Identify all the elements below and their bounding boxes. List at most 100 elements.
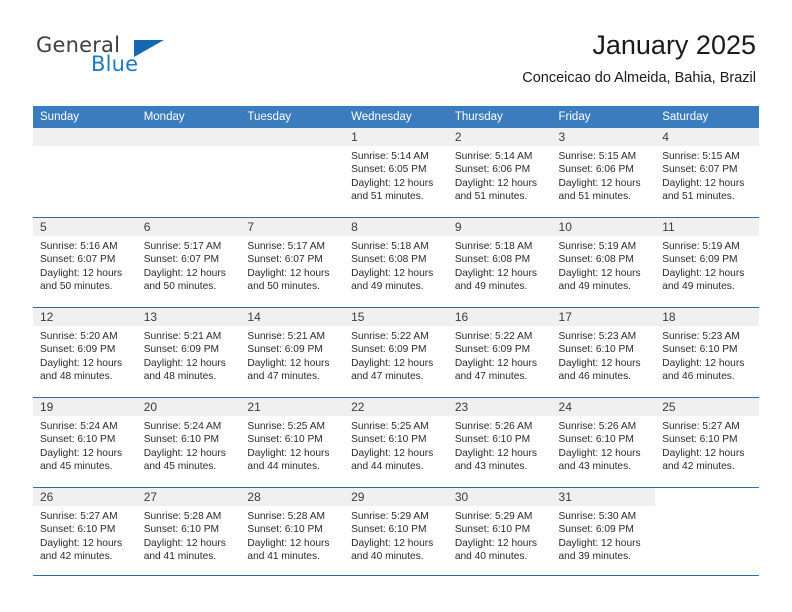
location-subtitle: Conceicao do Almeida, Bahia, Brazil (522, 70, 756, 86)
daylight-duration-line2: and 43 minutes. (454, 461, 528, 473)
daylight-duration-line1: Daylight: 12 hours (351, 537, 434, 549)
daylight-duration-line1: Daylight: 12 hours (454, 267, 537, 279)
day-number: 9 (447, 218, 552, 236)
calendar-day-cell[interactable]: 3 Sunrise: 5:15 AM Sunset: 6:06 PM Daylight… (551, 128, 656, 218)
sunrise-time: Sunrise: 5:17 AM (247, 241, 325, 252)
daylight-duration-line1: Daylight: 12 hours (247, 537, 330, 549)
calendar-day-cell[interactable]: 22 Sunrise: 5:25 AM Sunset: 6:10 PM Dayligh… (344, 397, 448, 488)
day-details: Sunrise: 5:26 AM Sunset: 6:10 PM Daylight:… (448, 416, 552, 474)
calendar-day-cell[interactable]: 25 Sunrise: 5:27 AM Sunset: 6:10 PM Dayligh… (655, 397, 759, 488)
day-details: Sunrise: 5:20 AM Sunset: 6:09 PM Daylight:… (33, 326, 137, 384)
calendar-day-cell[interactable]: 23 Sunrise: 5:26 AM Sunset: 6:10 PM Dayligh… (447, 397, 552, 488)
calendar-day-cell[interactable]: 8 Sunrise: 5:18 AM Sunset: 6:08 PM Daylight… (344, 217, 448, 308)
daylight-duration-line1: Daylight: 12 hours (558, 177, 641, 189)
calendar-day-cell[interactable]: 9 Sunrise: 5:18 AM Sunset: 6:08 PM Daylight… (447, 217, 552, 308)
calendar-week-row: 26 Sunrise: 5:27 AM Sunset: 6:10 PM Dayligh… (33, 487, 759, 577)
day-details: Sunrise: 5:23 AM Sunset: 6:10 PM Daylight:… (655, 326, 759, 384)
calendar-day-cell[interactable]: 29 Sunrise: 5:29 AM Sunset: 6:10 PM Dayligh… (344, 487, 448, 577)
calendar-day-cell[interactable]: 31 Sunrise: 5:30 AM Sunset: 6:09 PM Dayligh… (551, 487, 656, 577)
daylight-duration-line2: and 51 minutes. (662, 191, 735, 203)
day-number: 7 (240, 218, 345, 236)
weekday-header-sunday: Sunday (33, 106, 137, 128)
daylight-duration-line2: and 46 minutes. (558, 371, 632, 383)
day-details: Sunrise: 5:19 AM Sunset: 6:08 PM Daylight:… (552, 236, 656, 294)
day-details: Sunrise: 5:25 AM Sunset: 6:10 PM Daylight:… (344, 416, 448, 474)
weekday-header-saturday: Saturday (655, 106, 759, 128)
sunset-time: Sunset: 6:10 PM (454, 434, 531, 446)
daylight-duration-line1: Daylight: 12 hours (40, 537, 123, 549)
daylight-duration-line2: and 51 minutes. (351, 191, 424, 203)
daylight-duration-line2: and 44 minutes. (351, 461, 424, 473)
day-details: Sunrise: 5:27 AM Sunset: 6:10 PM Daylight:… (655, 416, 759, 474)
day-number: 29 (344, 488, 448, 506)
sunset-time: Sunset: 6:08 PM (454, 254, 531, 266)
day-details: Sunrise: 5:17 AM Sunset: 6:07 PM Daylight:… (240, 236, 344, 294)
calendar-day-cell[interactable]: 28 Sunrise: 5:28 AM Sunset: 6:10 PM Dayligh… (240, 487, 345, 577)
sunset-time: Sunset: 6:09 PM (662, 254, 738, 266)
calendar-day-cell[interactable]: 20 Sunrise: 5:24 AM Sunset: 6:10 PM Dayligh… (136, 397, 241, 488)
day-number: 17 (551, 308, 656, 326)
weekday-header-thursday: Thursday (447, 106, 552, 128)
day-number: 19 (33, 398, 137, 416)
calendar-day-cell[interactable]: 30 Sunrise: 5:29 AM Sunset: 6:10 PM Dayligh… (447, 487, 552, 577)
sunrise-time: Sunrise: 5:29 AM (351, 511, 429, 522)
day-details: Sunrise: 5:19 AM Sunset: 6:09 PM Daylight:… (655, 236, 759, 294)
daylight-duration-line1: Daylight: 12 hours (40, 267, 123, 279)
day-number: 25 (655, 398, 759, 416)
daylight-duration-line1: Daylight: 12 hours (558, 267, 641, 279)
calendar-day-cell[interactable]: 26 Sunrise: 5:27 AM Sunset: 6:10 PM Dayligh… (33, 487, 137, 577)
calendar-day-cell[interactable]: 12 Sunrise: 5:20 AM Sunset: 6:09 PM Dayligh… (33, 307, 137, 398)
calendar-day-cell[interactable]: 4 Sunrise: 5:15 AM Sunset: 6:07 PM Daylight… (655, 128, 759, 218)
calendar-day-cell[interactable]: 5 Sunrise: 5:16 AM Sunset: 6:07 PM Daylight… (33, 217, 137, 308)
sunrise-time: Sunrise: 5:21 AM (247, 331, 325, 342)
daylight-duration-line1: Daylight: 12 hours (558, 537, 641, 549)
daylight-duration-line2: and 49 minutes. (662, 281, 735, 293)
sunrise-time: Sunrise: 5:22 AM (351, 331, 429, 342)
daylight-duration-line2: and 48 minutes. (40, 371, 113, 383)
day-details: Sunrise: 5:14 AM Sunset: 6:05 PM Daylight:… (344, 146, 448, 204)
sunrise-time: Sunrise: 5:29 AM (454, 511, 533, 522)
day-details: Sunrise: 5:15 AM Sunset: 6:07 PM Daylight:… (655, 146, 759, 204)
sunrise-time: Sunrise: 5:24 AM (40, 421, 118, 432)
sunset-time: Sunset: 6:10 PM (143, 524, 220, 536)
calendar-day-cell[interactable]: 27 Sunrise: 5:28 AM Sunset: 6:10 PM Dayligh… (136, 487, 241, 577)
calendar-week-row: 12 Sunrise: 5:20 AM Sunset: 6:09 PM Dayligh… (33, 307, 759, 398)
sunrise-time: Sunrise: 5:22 AM (454, 331, 533, 342)
general-blue-logo[interactable]: General Blue (36, 33, 216, 81)
calendar-day-cell[interactable]: 19 Sunrise: 5:24 AM Sunset: 6:10 PM Dayligh… (33, 397, 137, 488)
day-number: 30 (447, 488, 552, 506)
calendar-day-cell[interactable]: 21 Sunrise: 5:25 AM Sunset: 6:10 PM Dayligh… (240, 397, 345, 488)
day-details: Sunrise: 5:22 AM Sunset: 6:09 PM Daylight:… (344, 326, 448, 384)
sunset-time: Sunset: 6:10 PM (454, 524, 531, 536)
daylight-duration-line1: Daylight: 12 hours (143, 357, 226, 369)
sunrise-time: Sunrise: 5:18 AM (351, 241, 429, 252)
calendar-day-cell[interactable]: 24 Sunrise: 5:26 AM Sunset: 6:10 PM Dayligh… (551, 397, 656, 488)
sunrise-time: Sunrise: 5:24 AM (143, 421, 222, 432)
daylight-duration-line1: Daylight: 12 hours (247, 267, 330, 279)
calendar-day-cell[interactable]: 2 Sunrise: 5:14 AM Sunset: 6:06 PM Daylight… (447, 128, 552, 218)
calendar-day-cell[interactable]: 18 Sunrise: 5:23 AM Sunset: 6:10 PM Dayligh… (655, 307, 759, 398)
sunrise-time: Sunrise: 5:16 AM (40, 241, 118, 252)
calendar-day-cell[interactable]: 1 Sunrise: 5:14 AM Sunset: 6:05 PM Daylight… (344, 128, 448, 218)
calendar-day-cell[interactable]: 14 Sunrise: 5:21 AM Sunset: 6:09 PM Dayligh… (240, 307, 345, 398)
calendar-day-cell[interactable]: 16 Sunrise: 5:22 AM Sunset: 6:09 PM Dayligh… (447, 307, 552, 398)
calendar-day-cell[interactable]: 6 Sunrise: 5:17 AM Sunset: 6:07 PM Daylight… (136, 217, 241, 308)
calendar-day-cell[interactable]: 11 Sunrise: 5:19 AM Sunset: 6:09 PM Dayligh… (655, 217, 759, 308)
calendar-day-cell[interactable]: 7 Sunrise: 5:17 AM Sunset: 6:07 PM Daylight… (240, 217, 345, 308)
calendar-day-cell[interactable]: 13 Sunrise: 5:21 AM Sunset: 6:09 PM Dayligh… (136, 307, 241, 398)
day-number: 15 (344, 308, 448, 326)
daylight-duration-line1: Daylight: 12 hours (454, 447, 537, 459)
sunrise-time: Sunrise: 5:25 AM (351, 421, 429, 432)
calendar-day-cell[interactable]: 17 Sunrise: 5:23 AM Sunset: 6:10 PM Dayligh… (551, 307, 656, 398)
sunset-time: Sunset: 6:07 PM (40, 254, 116, 266)
page-header: General Blue January 2025 Conceicao do A… (0, 0, 792, 100)
day-number: 31 (551, 488, 656, 506)
daylight-duration-line2: and 46 minutes. (662, 371, 735, 383)
sunset-time: Sunset: 6:08 PM (558, 254, 634, 266)
day-number: 1 (344, 128, 448, 146)
calendar-day-cell[interactable]: 10 Sunrise: 5:19 AM Sunset: 6:08 PM Dayligh… (551, 217, 656, 308)
sunrise-time: Sunrise: 5:28 AM (143, 511, 222, 522)
sunrise-time: Sunrise: 5:26 AM (454, 421, 533, 432)
daylight-duration-line2: and 45 minutes. (143, 461, 217, 473)
calendar-day-cell[interactable]: 15 Sunrise: 5:22 AM Sunset: 6:09 PM Dayligh… (344, 307, 448, 398)
